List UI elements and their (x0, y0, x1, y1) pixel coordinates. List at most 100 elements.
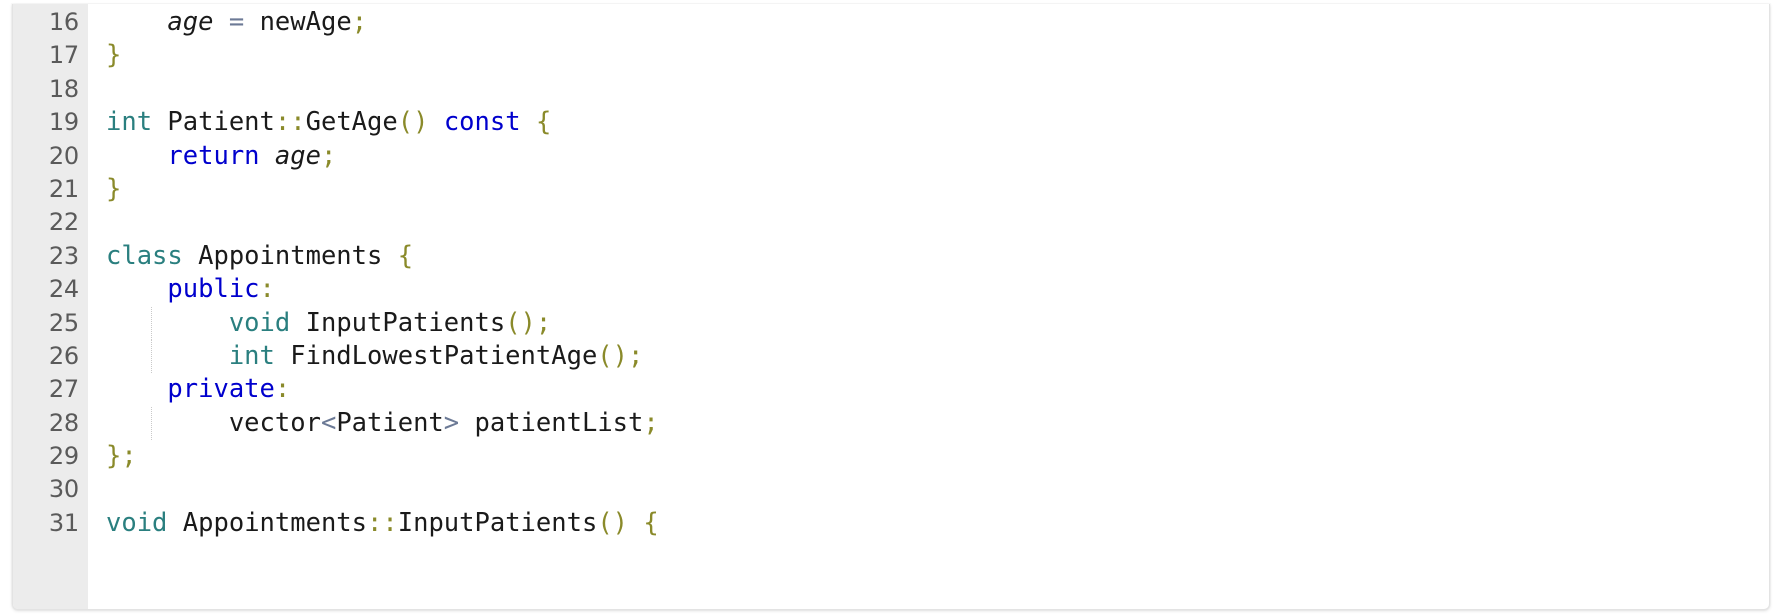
code-line-content[interactable]: age = newAge; (88, 6, 1769, 39)
code-line[interactable]: 31 void Appointments::InputPatients() { (13, 507, 1769, 540)
code-token: void (228, 307, 291, 338)
code-line[interactable]: 29}; (13, 440, 1769, 473)
code-line[interactable]: 26 int FindLowestPatientAge(); (13, 339, 1769, 374)
code-line[interactable]: 23 class Appointments { (13, 240, 1769, 273)
code-line-content[interactable] (88, 206, 1769, 239)
code-line-content[interactable]: }; (88, 440, 1769, 473)
line-number: 17 (48, 41, 79, 70)
code-line[interactable]: 19 int Patient::GetAge() const { (13, 106, 1769, 139)
code-line-content[interactable]: int Patient::GetAge() const { (88, 106, 1769, 139)
code-token: class (106, 240, 183, 271)
code-token: { (643, 507, 659, 538)
code-line-content[interactable]: return age; (88, 140, 1769, 173)
code-line-content[interactable]: } (88, 173, 1769, 206)
code-token: ; (351, 7, 368, 37)
code-token: < (320, 407, 337, 438)
code-line[interactable]: 18 (13, 73, 1769, 106)
line-number: 21 (48, 174, 79, 203)
code-line[interactable]: 22 (13, 206, 1769, 239)
code-token: : (259, 274, 275, 305)
code-token: ; (121, 441, 137, 472)
line-number: 20 (48, 141, 79, 170)
code-line-content[interactable]: void InputPatients(); (88, 306, 1769, 341)
code-token: ; (643, 407, 659, 438)
code-token: () (397, 107, 429, 138)
code-token: ; (628, 340, 644, 371)
code-line[interactable]: 17} (13, 39, 1769, 72)
code-token: InputPatients (397, 507, 598, 538)
code-token: vector (228, 407, 321, 438)
code-token: () (597, 340, 629, 371)
code-editor-panel[interactable]: 16 age = newAge; 17} 18 19 int Patient::GetA… (12, 4, 1770, 610)
line-number: 22 (48, 208, 79, 237)
code-token: Appointments (182, 507, 368, 538)
code-token: } (106, 173, 122, 204)
code-token: ; (535, 307, 552, 338)
code-token: private (167, 374, 275, 405)
code-token: newAge (259, 7, 352, 37)
code-line[interactable]: 20 return age; (13, 140, 1769, 173)
code-text-area[interactable]: 16 age = newAge; 17} 18 19 int Patient::GetA… (13, 4, 1769, 609)
code-lines-container[interactable]: 16 age = newAge; 17} 18 19 int Patient::GetA… (13, 6, 1769, 540)
code-line[interactable]: 21} (13, 173, 1769, 206)
code-line-content[interactable]: void Appointments::InputPatients() { (88, 507, 1769, 540)
code-line-content[interactable]: public: (88, 273, 1769, 306)
line-number: 30 (48, 475, 79, 504)
code-token: age (167, 7, 214, 37)
code-token: = (228, 7, 245, 37)
code-line-content[interactable]: private: (88, 373, 1769, 406)
code-line-content[interactable] (88, 73, 1769, 106)
line-number: 31 (48, 508, 79, 537)
line-number: 18 (48, 74, 79, 103)
code-token: } (106, 441, 122, 472)
code-line[interactable]: 30 (13, 473, 1769, 506)
code-line-content[interactable]: } (88, 39, 1769, 72)
line-number: 16 (48, 8, 79, 36)
code-token: () (505, 307, 536, 338)
code-line-content[interactable]: int FindLowestPatientAge(); (88, 339, 1769, 374)
code-line-content[interactable]: vector<Patient> patientList; (88, 406, 1769, 441)
code-token: { (397, 240, 414, 271)
code-line-content[interactable] (88, 473, 1769, 506)
code-token: } (106, 40, 122, 71)
code-token: :: (274, 107, 306, 138)
code-line-content[interactable]: class Appointments { (88, 240, 1769, 273)
code-line[interactable]: 27 private: (13, 373, 1769, 406)
code-line[interactable]: 25 void InputPatients(); (13, 306, 1769, 341)
line-number: 27 (48, 375, 79, 404)
code-token: void (106, 507, 168, 538)
code-token: : (274, 374, 291, 405)
code-line[interactable]: 16 age = newAge; (13, 6, 1769, 39)
code-token: InputPatients (305, 307, 506, 338)
line-number: 23 (48, 241, 79, 270)
code-line[interactable]: 28 vector<Patient> patientList; (13, 406, 1769, 441)
line-number: 28 (48, 408, 79, 437)
code-line[interactable]: 24 public: (13, 273, 1769, 306)
code-token: patientList (474, 407, 644, 438)
code-token: int (228, 340, 275, 371)
code-token: > (443, 407, 460, 438)
line-number: 29 (48, 442, 79, 471)
line-number: 19 (48, 108, 79, 137)
code-token: age (274, 140, 321, 171)
code-token: Patient (167, 107, 275, 138)
code-token: Appointments (198, 240, 383, 271)
line-number: 24 (48, 275, 79, 304)
code-token: { (535, 107, 552, 138)
code-token: ; (320, 140, 337, 171)
